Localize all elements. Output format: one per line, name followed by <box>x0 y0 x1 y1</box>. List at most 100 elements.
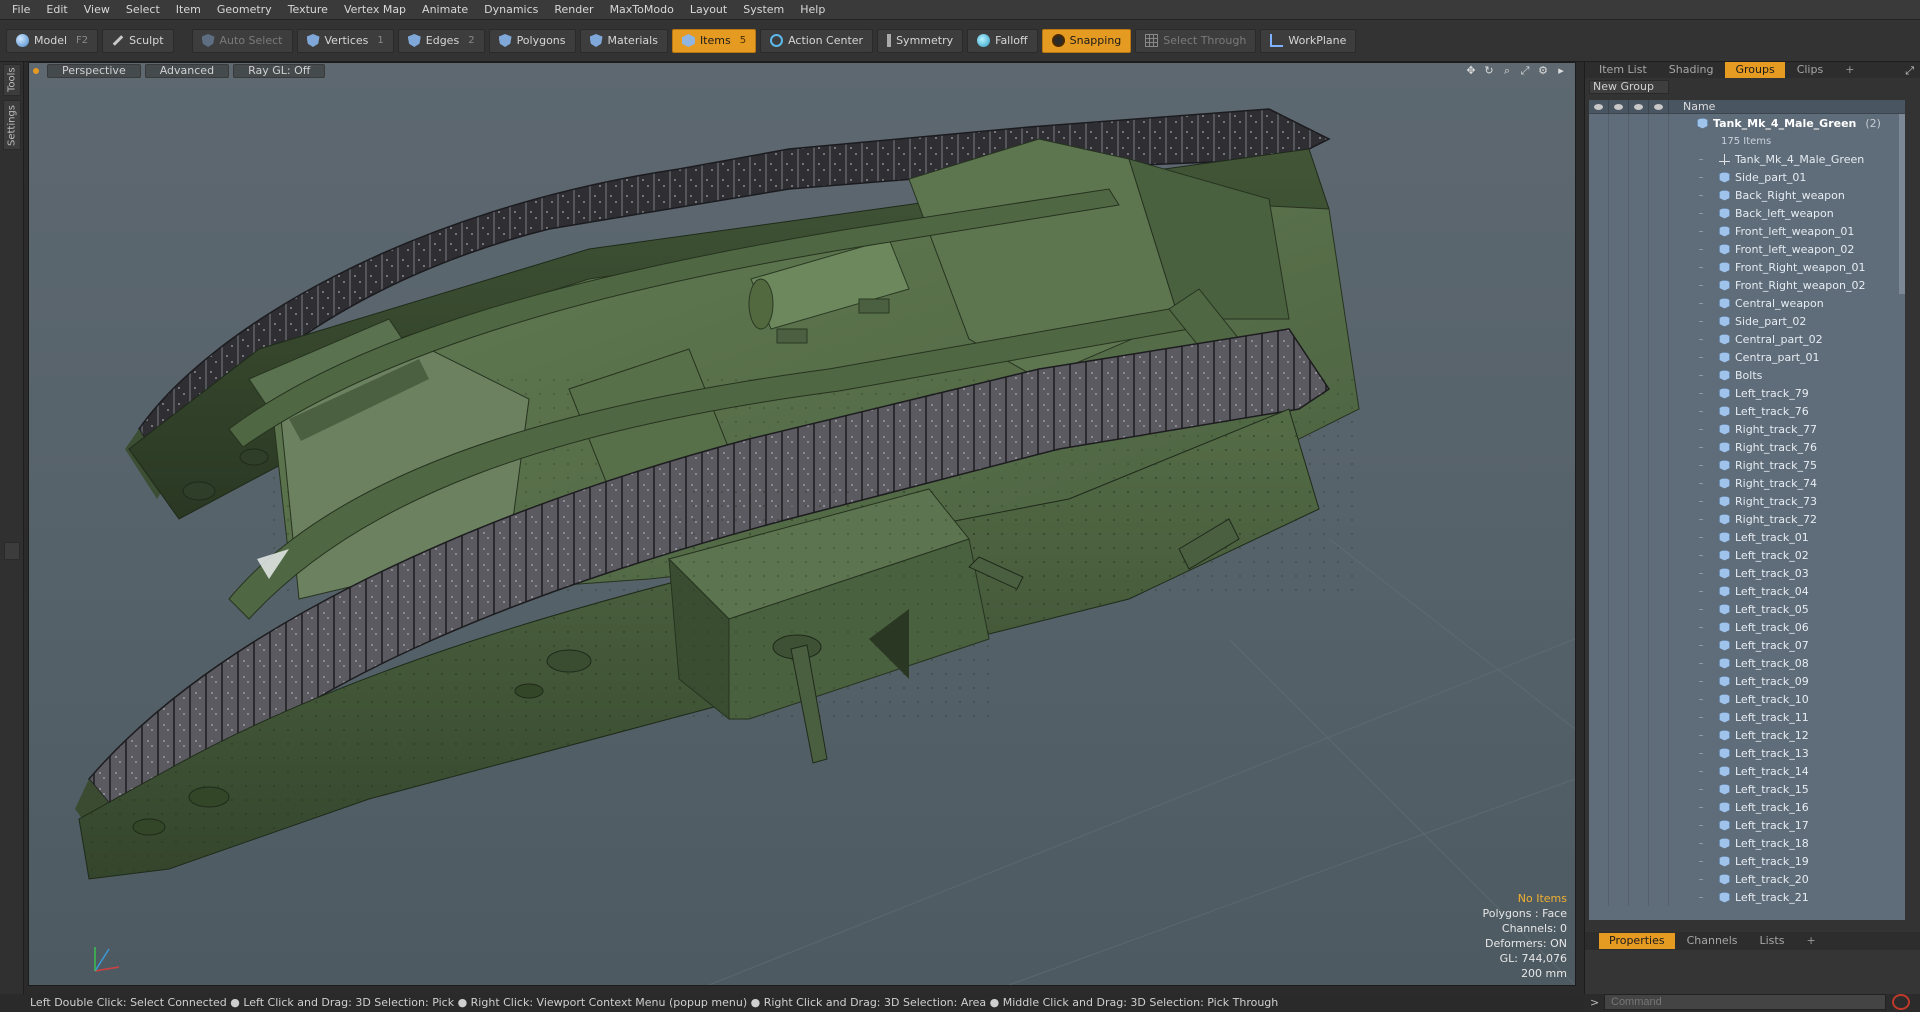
row-toggle-cell[interactable] <box>1649 114 1669 132</box>
row-toggle-cell[interactable] <box>1589 312 1609 330</box>
row-toggle-cell[interactable] <box>1629 852 1649 870</box>
menu-system[interactable]: System <box>735 0 792 20</box>
add-tab-icon[interactable]: + <box>1835 62 1864 78</box>
row-toggle-cell[interactable] <box>1629 420 1649 438</box>
menu-edit[interactable]: Edit <box>38 0 75 20</box>
row-toggle-cell[interactable] <box>1589 258 1609 276</box>
tree-item-row[interactable]: Back_Right_weapon <box>1589 186 1905 204</box>
row-toggle-cell[interactable] <box>1629 150 1649 168</box>
row-toggle-cell[interactable] <box>1629 258 1649 276</box>
tree-item-row[interactable]: Front_Right_weapon_02 <box>1589 276 1905 294</box>
row-toggle-cell[interactable] <box>1589 222 1609 240</box>
row-toggle-cell[interactable] <box>1609 852 1629 870</box>
row-toggle-cell[interactable] <box>1589 690 1609 708</box>
row-toggle-cell[interactable] <box>1629 330 1649 348</box>
tree-item-row[interactable]: Right_track_76 <box>1589 438 1905 456</box>
row-toggle-cell[interactable] <box>1629 348 1649 366</box>
tree-item-row[interactable]: Side_part_02 <box>1589 312 1905 330</box>
auto-select-button[interactable]: Auto Select <box>191 28 293 53</box>
row-toggle-cell[interactable] <box>1629 384 1649 402</box>
symmetry-button[interactable]: Symmetry <box>877 28 964 53</box>
row-toggle-cell[interactable] <box>1629 402 1649 420</box>
row-toggle-cell[interactable] <box>1649 204 1669 222</box>
row-toggle-cell[interactable] <box>1649 492 1669 510</box>
row-toggle-cell[interactable] <box>1589 600 1609 618</box>
row-toggle-cell[interactable] <box>1629 546 1649 564</box>
row-toggle-cell[interactable] <box>1629 366 1649 384</box>
tree-item-row[interactable]: Right_track_75 <box>1589 456 1905 474</box>
row-toggle-cell[interactable] <box>1629 186 1649 204</box>
row-toggle-cell[interactable] <box>1649 600 1669 618</box>
tab-lists[interactable]: Lists <box>1750 933 1795 949</box>
tree-item-row[interactable]: Right_track_72 <box>1589 510 1905 528</box>
raygl-toggle[interactable]: Ray GL: Off <box>233 64 326 78</box>
menu-animate[interactable]: Animate <box>414 0 476 20</box>
pan-icon[interactable]: ✥ <box>1465 65 1477 77</box>
row-toggle-cell[interactable] <box>1629 114 1649 132</box>
row-toggle-cell[interactable] <box>1629 690 1649 708</box>
tree-item-row[interactable]: Side_part_01 <box>1589 168 1905 186</box>
tree-item-row[interactable]: Left_track_03 <box>1589 564 1905 582</box>
row-toggle-cell[interactable] <box>1609 870 1629 888</box>
tree-item-row[interactable]: Left_track_08 <box>1589 654 1905 672</box>
row-toggle-cell[interactable] <box>1609 528 1629 546</box>
row-toggle-cell[interactable] <box>1629 132 1649 150</box>
zoom-icon[interactable]: ⌕ <box>1501 65 1513 77</box>
tree-item-row[interactable]: Left_track_02 <box>1589 546 1905 564</box>
row-toggle-cell[interactable] <box>1629 510 1649 528</box>
row-toggle-cell[interactable] <box>1589 402 1609 420</box>
row-toggle-cell[interactable] <box>1589 798 1609 816</box>
row-toggle-cell[interactable] <box>1609 114 1629 132</box>
viewport-settings-icon[interactable]: ⚙ <box>1537 65 1549 77</box>
row-toggle-cell[interactable] <box>1609 492 1629 510</box>
row-toggle-cell[interactable] <box>1649 420 1669 438</box>
tree-item-row[interactable]: Right_track_74 <box>1589 474 1905 492</box>
row-toggle-cell[interactable] <box>1589 744 1609 762</box>
row-toggle-cell[interactable] <box>1649 726 1669 744</box>
row-toggle-cell[interactable] <box>1649 708 1669 726</box>
row-toggle-cell[interactable] <box>1609 744 1629 762</box>
select-through-button[interactable]: Select Through <box>1135 28 1257 53</box>
row-toggle-cell[interactable] <box>1589 420 1609 438</box>
polygons-mode-button[interactable]: Polygons <box>488 28 576 53</box>
shading-mode-dropdown[interactable]: Advanced <box>144 64 230 78</box>
row-toggle-cell[interactable] <box>1609 204 1629 222</box>
tree-item-row[interactable]: Central_part_02 <box>1589 330 1905 348</box>
row-toggle-cell[interactable] <box>1609 438 1629 456</box>
tree-item-row[interactable]: Back_left_weapon <box>1589 204 1905 222</box>
command-history-icon[interactable] <box>1892 994 1910 1010</box>
row-toggle-cell[interactable] <box>1609 564 1629 582</box>
row-toggle-cell[interactable] <box>1629 816 1649 834</box>
tree-item-row[interactable]: Left_track_21 <box>1589 888 1905 906</box>
row-toggle-cell[interactable] <box>1609 654 1629 672</box>
row-toggle-cell[interactable] <box>1589 528 1609 546</box>
tree-item-row[interactable]: Left_track_06 <box>1589 618 1905 636</box>
row-toggle-cell[interactable] <box>1609 258 1629 276</box>
row-toggle-cell[interactable] <box>1609 816 1629 834</box>
tab-groups[interactable]: Groups <box>1725 62 1785 78</box>
command-arrow-icon[interactable]: > <box>1590 994 1599 1012</box>
row-toggle-cell[interactable] <box>1649 780 1669 798</box>
tree-item-row[interactable]: Left_track_12 <box>1589 726 1905 744</box>
menu-dynamics[interactable]: Dynamics <box>476 0 546 20</box>
row-toggle-cell[interactable] <box>1629 564 1649 582</box>
row-toggle-cell[interactable] <box>1629 474 1649 492</box>
row-toggle-cell[interactable] <box>1609 222 1629 240</box>
row-toggle-cell[interactable] <box>1589 492 1609 510</box>
row-toggle-cell[interactable] <box>1609 186 1629 204</box>
row-toggle-cell[interactable] <box>1589 438 1609 456</box>
settings-tab[interactable]: Settings <box>3 100 21 150</box>
viewport-arrow-icon[interactable]: ▸ <box>1555 65 1567 77</box>
row-toggle-cell[interactable] <box>1589 546 1609 564</box>
row-toggle-cell[interactable] <box>1629 888 1649 906</box>
tree-item-row[interactable]: Left_track_14 <box>1589 762 1905 780</box>
name-column-header[interactable]: Name <box>1669 100 1715 113</box>
row-toggle-cell[interactable] <box>1589 636 1609 654</box>
row-toggle-cell[interactable] <box>1589 384 1609 402</box>
row-toggle-cell[interactable] <box>1649 312 1669 330</box>
row-toggle-cell[interactable] <box>1649 618 1669 636</box>
menu-maxtomodo[interactable]: MaxToModo <box>602 0 682 20</box>
menu-view[interactable]: View <box>76 0 118 20</box>
tree-item-row[interactable]: Left_track_15 <box>1589 780 1905 798</box>
tree-item-row[interactable]: Left_track_20 <box>1589 870 1905 888</box>
